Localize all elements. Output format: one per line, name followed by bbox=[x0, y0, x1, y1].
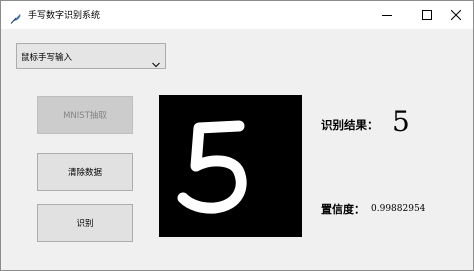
minimize-button[interactable] bbox=[370, 1, 404, 29]
result-value: 5 bbox=[392, 105, 410, 138]
app-window: 手写数字识别系统 鼠标手写输入 MNIST抽取 清除数据 识别 识别结果： 5 … bbox=[0, 0, 474, 271]
close-button[interactable] bbox=[439, 1, 473, 29]
result-label: 识别结果： bbox=[321, 118, 379, 132]
minimize-icon bbox=[382, 10, 392, 20]
feather-app-icon bbox=[10, 9, 22, 24]
confidence-label: 置信度： bbox=[321, 203, 365, 216]
drawing-canvas[interactable] bbox=[159, 95, 302, 237]
close-icon bbox=[451, 10, 461, 20]
clear-data-button[interactable]: 清除数据 bbox=[37, 153, 133, 191]
input-mode-value: 鼠标手写输入 bbox=[21, 53, 73, 63]
maximize-icon bbox=[422, 10, 432, 20]
handwritten-digit-stroke bbox=[177, 120, 247, 214]
title-bar[interactable]: 手写数字识别系统 bbox=[1, 1, 473, 29]
confidence-value: 0.99882954 bbox=[371, 204, 426, 214]
mnist-extract-button[interactable]: MNIST抽取 bbox=[37, 96, 133, 134]
input-mode-select[interactable]: 鼠标手写输入 bbox=[16, 43, 166, 69]
window-title: 手写数字识别系统 bbox=[28, 11, 101, 21]
recognize-button[interactable]: 识别 bbox=[37, 204, 133, 242]
chevron-down-icon bbox=[152, 53, 160, 68]
